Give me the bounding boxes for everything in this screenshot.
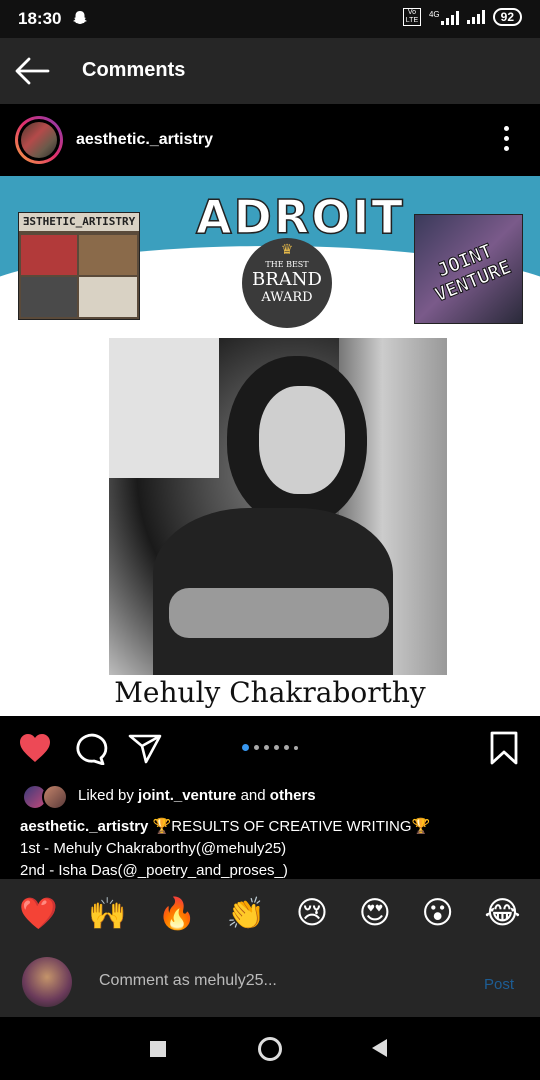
comment-composer: Comment as mehuly25... Post bbox=[0, 947, 540, 1017]
likes-text: Liked by joint._venture and others bbox=[78, 787, 316, 804]
carousel-indicator bbox=[242, 744, 298, 751]
joint-venture-logo: JOINT VENTURE bbox=[414, 214, 523, 324]
back-arrow-icon[interactable] bbox=[14, 56, 50, 86]
emoji-surprised[interactable]: 😮 bbox=[422, 895, 454, 931]
emoji-raised-hands[interactable]: 🙌 bbox=[88, 895, 127, 932]
home-button[interactable] bbox=[258, 1037, 282, 1061]
author-avatar[interactable] bbox=[15, 116, 63, 164]
page-title: Comments bbox=[82, 59, 186, 81]
emoji-heart[interactable]: ❤️ bbox=[19, 895, 58, 932]
status-icons: Vo LTE 4G 92 bbox=[402, 8, 522, 26]
volte-icon: Vo LTE bbox=[402, 8, 421, 26]
aesthetic-artistry-logo: ƎSTHETIC_ARTISTRY bbox=[18, 212, 140, 320]
battery-icon: 92 bbox=[492, 8, 522, 26]
my-avatar bbox=[22, 957, 72, 1007]
post-comment-button[interactable]: Post bbox=[484, 976, 514, 993]
back-button[interactable] bbox=[372, 1039, 387, 1057]
status-bar: 18:30 Vo LTE 4G 92 bbox=[0, 0, 540, 38]
status-time: 18:30 bbox=[18, 9, 62, 28]
caption-line: 1st - Mehuly Chakraborthy(@mehuly25) bbox=[20, 840, 287, 857]
likes-others[interactable]: others bbox=[270, 787, 316, 804]
caption-author[interactable]: aesthetic._artistry bbox=[20, 818, 148, 835]
liker-avatar bbox=[42, 784, 68, 810]
likes-row[interactable]: Liked by joint._venture and others bbox=[0, 780, 540, 810]
post-actions bbox=[0, 716, 540, 780]
winner-name: Mehuly Chakraborthy bbox=[114, 676, 426, 709]
recents-button[interactable] bbox=[150, 1041, 166, 1057]
share-icon[interactable] bbox=[128, 732, 162, 764]
post-header: aesthetic._artistry bbox=[0, 104, 540, 176]
emoji-fire[interactable]: 🔥 bbox=[158, 895, 197, 932]
bookmark-icon[interactable] bbox=[489, 730, 519, 766]
portrait-photo bbox=[109, 338, 447, 675]
brand-award-badge: ♛ THE BEST BRAND AWARD bbox=[242, 238, 332, 328]
crown-icon: ♛ bbox=[280, 242, 294, 258]
more-options-icon[interactable] bbox=[500, 126, 512, 154]
emoji-clap[interactable]: 👏 bbox=[227, 895, 266, 932]
emoji-crying[interactable]: 😢 bbox=[296, 895, 328, 931]
signal-icon-2 bbox=[466, 10, 485, 24]
liker-username[interactable]: joint._venture bbox=[138, 787, 236, 804]
snapchat-icon bbox=[73, 11, 87, 24]
adroit-title: ADROIT bbox=[195, 189, 405, 245]
post-caption: aesthetic._artistry 🏆RESULTS OF CREATIVE… bbox=[20, 816, 520, 882]
post-image[interactable]: ƎSTHETIC_ARTISTRY ADROIT ♛ THE BEST BRAN… bbox=[0, 176, 540, 716]
header: Comments bbox=[0, 38, 540, 104]
author-username[interactable]: aesthetic._artistry bbox=[76, 131, 213, 149]
emoji-laughing[interactable]: 😂 bbox=[484, 895, 520, 931]
comment-icon[interactable] bbox=[74, 733, 108, 765]
like-heart-icon[interactable] bbox=[18, 732, 52, 764]
comment-input[interactable]: Comment as mehuly25... bbox=[99, 972, 277, 990]
system-nav-bar bbox=[0, 1017, 540, 1080]
signal-icon-1: 4G bbox=[429, 10, 459, 25]
quick-emoji-bar: ❤️ 🙌 🔥 👏 😢 😍 😮 😂 bbox=[0, 879, 540, 947]
emoji-heart-eyes[interactable]: 😍 bbox=[359, 895, 391, 931]
caption-line: 🏆RESULTS OF CREATIVE WRITING🏆 bbox=[148, 818, 431, 835]
